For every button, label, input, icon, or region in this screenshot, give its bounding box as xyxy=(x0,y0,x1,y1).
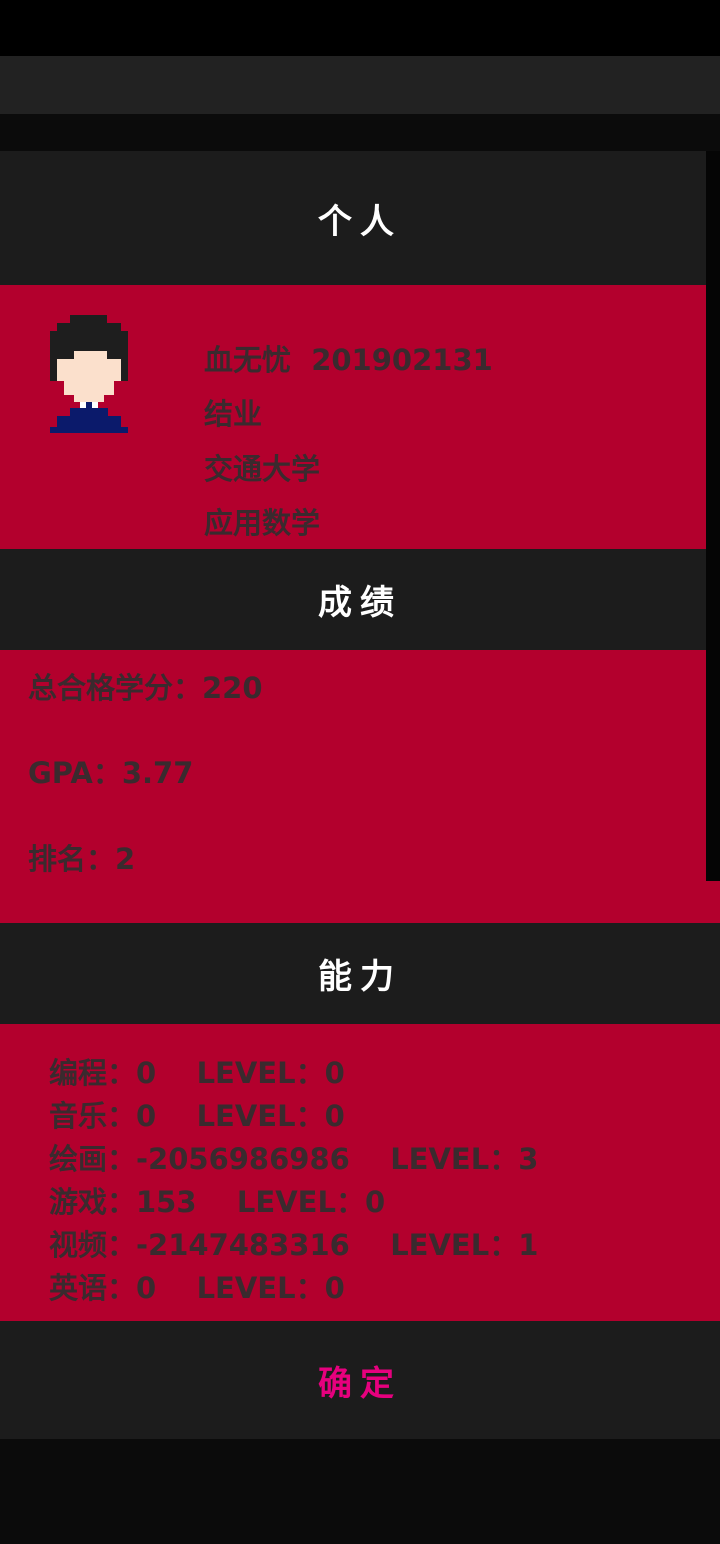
section-title-personal: 个人 xyxy=(318,201,402,242)
bottom-backdrop xyxy=(0,1439,720,1544)
gpa-value: GPA：3.77 xyxy=(28,756,194,790)
ability-gaming: 游戏：153 LEVEL：0 xyxy=(49,1185,386,1219)
grades-panel: 总合格学分：220 GPA：3.77 排名：2 xyxy=(0,650,720,923)
section-header-abilities: 能力 xyxy=(0,923,720,1024)
confirm-label: 确定 xyxy=(318,1363,402,1404)
section-header-personal: 个人 xyxy=(0,151,720,285)
section-header-grades: 成绩 xyxy=(0,549,720,650)
ability-drawing: 绘画：-2056986986 LEVEL：3 xyxy=(49,1142,539,1176)
backdrop-strip xyxy=(0,114,720,151)
personal-info-panel: 血无忧 201902131 结业 交通大学 应用数学 xyxy=(0,285,720,549)
ability-music: 音乐：0 LEVEL：0 xyxy=(49,1099,345,1133)
total-credits: 总合格学分：220 xyxy=(28,671,263,705)
student-school: 交通大学 xyxy=(204,452,321,486)
ability-programming: 编程：0 LEVEL：0 xyxy=(49,1056,345,1090)
top-app-bar xyxy=(0,56,720,114)
section-title-grades: 成绩 xyxy=(318,583,402,623)
avatar-icon xyxy=(50,315,128,433)
ability-english: 英语：0 LEVEL：0 xyxy=(49,1271,345,1305)
section-title-abilities: 能力 xyxy=(318,957,402,997)
status-bar xyxy=(0,0,720,56)
student-name-id: 血无忧 201902131 xyxy=(204,343,493,377)
student-status: 结业 xyxy=(204,397,263,431)
abilities-panel: 编程：0 LEVEL：0 音乐：0 LEVEL：0 绘画：-2056986986… xyxy=(0,1024,720,1321)
confirm-button[interactable]: 确定 xyxy=(0,1321,720,1439)
student-major: 应用数学 xyxy=(204,506,321,540)
rank-value: 排名：2 xyxy=(28,842,136,876)
ability-video: 视频：-2147483316 LEVEL：1 xyxy=(49,1228,539,1262)
scrollbar[interactable] xyxy=(706,151,720,881)
